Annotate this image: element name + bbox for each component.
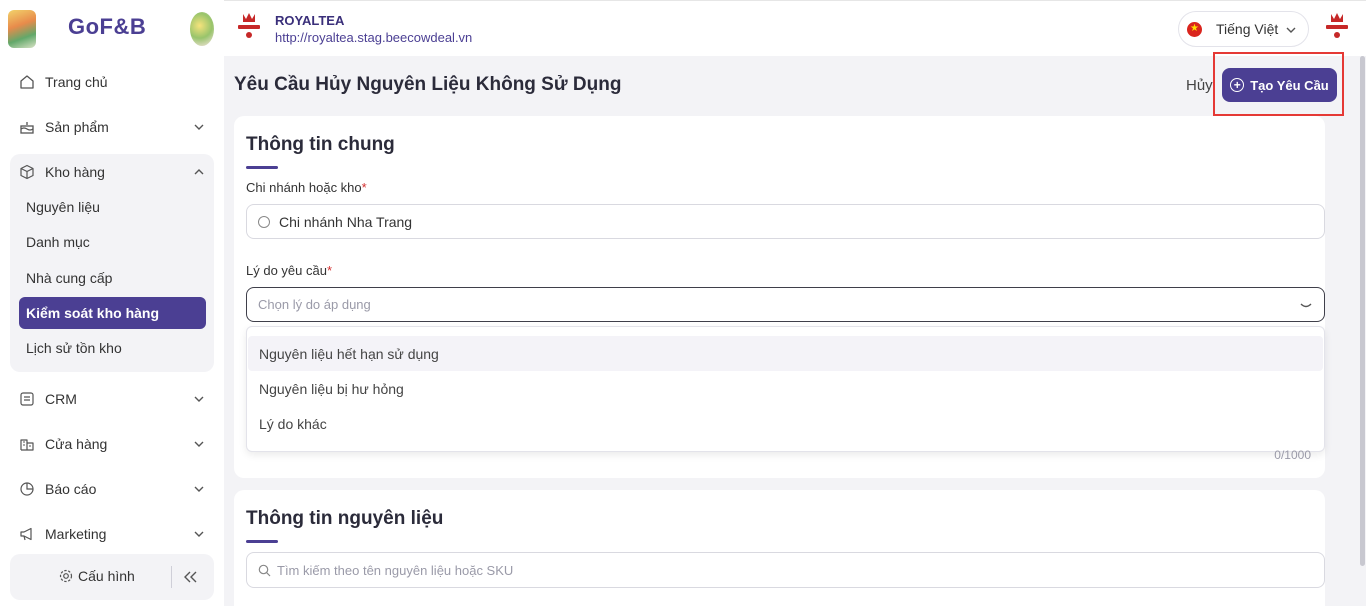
reason-label-text: Lý do yêu cầu xyxy=(246,263,327,278)
cake-icon xyxy=(18,118,36,136)
reason-field-label: Lý do yêu cầu* xyxy=(246,263,332,278)
main-content: Yêu Cầu Hủy Nguyên Liệu Không Sử Dụng Hủ… xyxy=(224,52,1359,606)
store-icon xyxy=(18,435,36,453)
search-placeholder: Tìm kiếm theo tên nguyên liệu hoặc SKU xyxy=(277,562,514,578)
create-request-button[interactable]: + Tạo Yêu Cầu xyxy=(1222,68,1337,102)
section-title: Thông tin chung xyxy=(246,134,395,155)
reason-dropdown-menu: Nguyên liệu hết hạn sử dụng Nguyên liệu … xyxy=(246,326,1325,452)
language-label: Tiếng Việt xyxy=(1216,21,1279,37)
reason-option[interactable]: Nguyên liệu hết hạn sử dụng xyxy=(248,336,1323,371)
cancel-button[interactable]: Hủy xyxy=(1186,77,1213,94)
section-title: Thông tin nguyên liệu xyxy=(246,508,444,529)
chevron-down-icon xyxy=(194,486,204,492)
sidebar-item-label: Marketing xyxy=(45,526,107,542)
general-info-card: Thông tin chung Chi nhánh hoặc kho* Chi … xyxy=(234,116,1325,478)
sidebar-subitem-inventory-control[interactable]: Kiểm soát kho hàng xyxy=(19,297,206,329)
sidebar-subitem-suppliers[interactable]: Nhà cung cấp xyxy=(19,262,206,294)
chevron-up-icon xyxy=(194,169,204,175)
sidebar: GoF&B Trang chủ Sản phẩm Kho hàng Nguyên… xyxy=(0,0,224,606)
chevron-down-icon xyxy=(194,396,204,402)
crm-icon xyxy=(18,390,36,408)
title-underline xyxy=(246,540,278,543)
sidebar-subitem-inventory-history[interactable]: Lịch sử tồn kho xyxy=(19,332,206,364)
reason-option[interactable]: Nguyên liệu bị hư hỏng xyxy=(248,371,1323,406)
page-title: Yêu Cầu Hủy Nguyên Liệu Không Sử Dụng xyxy=(234,74,622,95)
chevron-down-icon xyxy=(194,124,204,130)
top-header: ROYALTEA http://royaltea.stag.beecowdeal… xyxy=(224,0,1366,56)
gear-icon xyxy=(59,569,73,583)
store-name: ROYALTEA xyxy=(275,13,345,28)
sidebar-item-stores[interactable]: Cửa hàng xyxy=(10,426,214,462)
chevron-down-icon xyxy=(1286,27,1296,33)
materials-card: Thông tin nguyên liệu Tìm kiếm theo tên … xyxy=(234,490,1325,606)
radio-icon xyxy=(258,215,270,228)
sidebar-item-home[interactable]: Trang chủ xyxy=(10,64,214,100)
sidebar-item-label: Trang chủ xyxy=(45,74,108,90)
language-select[interactable]: ★ Tiếng Việt xyxy=(1178,11,1309,47)
avatar[interactable] xyxy=(1322,10,1352,42)
page-scrollbar[interactable] xyxy=(1359,56,1366,606)
sidebar-item-label: Cửa hàng xyxy=(45,436,108,452)
sidebar-item-reports[interactable]: Báo cáo xyxy=(10,471,214,507)
branch-label-text: Chi nhánh hoặc kho xyxy=(246,180,362,195)
branch-select[interactable]: Chi nhánh Nha Trang xyxy=(246,204,1325,239)
create-request-label: Tạo Yêu Cầu xyxy=(1250,77,1329,93)
sidebar-item-label: Báo cáo xyxy=(45,481,97,497)
chevron-down-icon xyxy=(194,531,204,537)
reason-select[interactable]: Chọn lý do áp dụng xyxy=(246,287,1325,322)
settings-label: Cấu hình xyxy=(78,568,135,584)
settings-button[interactable]: Cấu hình xyxy=(58,568,135,584)
vietnam-flag-icon: ★ xyxy=(1187,21,1202,37)
store-url-link[interactable]: http://royaltea.stag.beecowdeal.vn xyxy=(275,30,472,45)
sidebar-item-products[interactable]: Sản phẩm xyxy=(10,109,214,145)
reason-option[interactable]: Lý do khác xyxy=(248,406,1323,441)
title-underline xyxy=(246,166,278,169)
reason-placeholder: Chọn lý do áp dụng xyxy=(258,297,371,312)
chevron-down-icon xyxy=(194,441,204,447)
character-counter: 0/1000 xyxy=(1274,448,1311,462)
sidebar-footer: Cấu hình xyxy=(10,554,214,600)
sidebar-item-crm[interactable]: CRM xyxy=(10,381,214,417)
required-mark: * xyxy=(326,263,333,278)
sidebar-item-warehouse[interactable]: Kho hàng xyxy=(10,154,214,190)
box-icon xyxy=(18,163,36,181)
divider xyxy=(171,566,172,588)
plus-circle-icon: + xyxy=(1230,78,1245,92)
scrollbar-thumb[interactable] xyxy=(1360,56,1365,566)
chevron-down-icon xyxy=(1300,303,1312,308)
material-search-input[interactable]: Tìm kiếm theo tên nguyên liệu hoặc SKU xyxy=(246,552,1325,588)
branch-value: Chi nhánh Nha Trang xyxy=(279,213,413,230)
sidebar-item-label: CRM xyxy=(45,391,77,407)
sidebar-subitem-ingredients[interactable]: Nguyên liệu xyxy=(19,191,206,223)
brand-area: GoF&B xyxy=(0,0,224,58)
required-mark: * xyxy=(361,180,367,195)
sidebar-item-marketing[interactable]: Marketing xyxy=(10,516,214,552)
brand-logo[interactable]: GoF&B xyxy=(68,14,146,40)
sidebar-subitem-categories[interactable]: Danh mục xyxy=(19,226,206,258)
search-icon xyxy=(258,564,271,576)
sidebar-item-label: Kho hàng xyxy=(45,164,105,180)
collapse-sidebar-icon[interactable] xyxy=(180,567,202,587)
sidebar-item-label: Sản phẩm xyxy=(45,119,109,135)
pie-chart-icon xyxy=(18,480,36,498)
home-icon xyxy=(18,73,36,91)
brand-decoration-image xyxy=(190,12,214,46)
branch-field-label: Chi nhánh hoặc kho* xyxy=(246,180,367,195)
store-logo-icon xyxy=(238,13,260,38)
megaphone-icon xyxy=(18,525,36,543)
brand-decoration-image xyxy=(8,10,36,48)
